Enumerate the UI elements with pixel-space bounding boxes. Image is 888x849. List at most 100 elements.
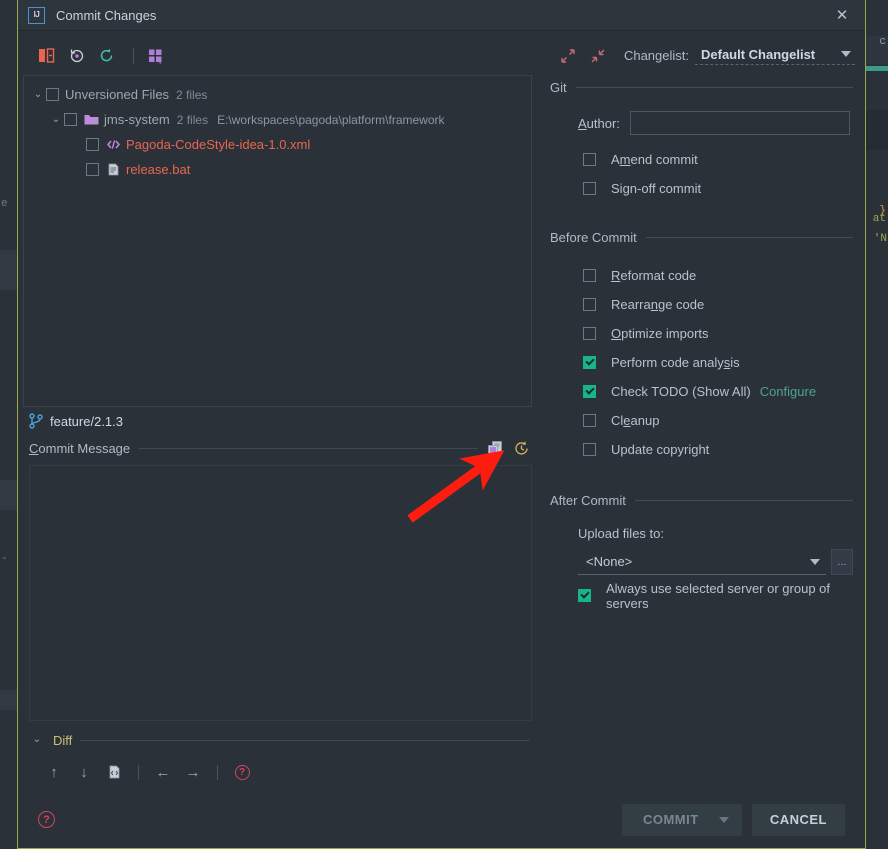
previous-difference-button[interactable]: ↑: [41, 760, 67, 784]
diff-toolbar-separator: [138, 764, 139, 780]
checkbox[interactable]: [583, 182, 596, 195]
tree-row-count: 2 files: [176, 112, 209, 127]
optimize-imports-checkbox[interactable]: Optimize imports: [583, 319, 853, 348]
group-by-icon[interactable]: [143, 45, 167, 67]
diff-label: Diff: [53, 732, 73, 748]
tree-row[interactable]: Pagoda-CodeStyle-idea-1.0.xml: [24, 132, 531, 157]
rearrange-code-checkbox[interactable]: Rearrange code: [583, 290, 853, 319]
perform-code-analysis-label: Perform code analysis: [611, 355, 740, 370]
diff-toolbar: ↑ ↓ ← → ?: [23, 754, 538, 790]
amend-commit-checkbox[interactable]: Amend commit: [583, 145, 853, 174]
tree-row-count: 2 files: [176, 87, 208, 102]
configure-todo-link[interactable]: Configure: [760, 384, 816, 399]
diff-help-button[interactable]: ?: [229, 760, 255, 784]
tree-row-checkbox[interactable]: [46, 88, 59, 101]
tree-row-path: E:\workspaces\pagoda\platform\framework: [217, 112, 445, 127]
upload-files-label: Upload files to:: [578, 526, 664, 541]
divider: [645, 236, 853, 238]
tree-row[interactable]: ⌄ Unversioned Files 2 files: [24, 82, 531, 107]
tree-row[interactable]: release.bat: [24, 157, 531, 182]
checkbox[interactable]: [583, 443, 596, 456]
before-commit-section-title: Before Commit: [550, 229, 637, 245]
reformat-code-label: Reformat code: [611, 268, 697, 283]
divider: [634, 499, 853, 501]
checkbox[interactable]: [583, 327, 596, 340]
ide-background-left: e -: [0, 0, 18, 849]
chevron-down-icon: [841, 51, 851, 57]
changelist-dropdown[interactable]: Default Changelist: [695, 47, 855, 65]
checkbox[interactable]: [583, 298, 596, 311]
collapse-all-icon[interactable]: [586, 45, 610, 67]
next-difference-button[interactable]: ↓: [71, 760, 97, 784]
git-section-header: Git: [550, 75, 853, 99]
show-diff-icon[interactable]: [34, 45, 58, 67]
checkbox[interactable]: [578, 589, 591, 602]
perform-code-analysis-checkbox[interactable]: Perform code analysis: [583, 348, 853, 377]
check-todo-checkbox[interactable]: Check TODO (Show All) Configure: [583, 377, 853, 406]
chevron-down-icon[interactable]: [718, 816, 729, 823]
current-branch: feature/2.1.3: [23, 407, 538, 435]
diff-section-header[interactable]: ⌄ Diff: [23, 726, 538, 754]
dialog-titlebar: IJ Commit Changes ✕: [18, 0, 865, 31]
checkbox[interactable]: [583, 356, 596, 369]
tree-row-label: Pagoda-CodeStyle-idea-1.0.xml: [126, 137, 311, 152]
upload-server-dropdown[interactable]: <None>: [578, 549, 826, 575]
tree-row-label: Unversioned Files: [65, 87, 170, 102]
dialog-footer: ? COMMIT CANCEL: [18, 790, 865, 848]
right-pane: Git Author: Amend commit Sign-off commit…: [538, 72, 865, 790]
commit-message-input[interactable]: [29, 465, 532, 721]
optimize-imports-label: Optimize imports: [611, 326, 709, 341]
refresh-icon[interactable]: [94, 45, 118, 67]
accept-right-button[interactable]: →: [180, 760, 206, 784]
checkbox[interactable]: [583, 153, 596, 166]
update-copyright-checkbox[interactable]: Update copyright: [583, 435, 853, 464]
chevron-down-icon[interactable]: ⌄: [29, 735, 45, 745]
revert-icon[interactable]: [64, 45, 88, 67]
show-diff-file-button[interactable]: [101, 760, 127, 784]
always-use-selected-server-label: Always use selected server or group of s…: [606, 580, 830, 611]
commit-message-label: Commit Message: [29, 440, 131, 456]
checkbox[interactable]: [583, 269, 596, 282]
branch-icon: [29, 413, 43, 429]
changelist-label: Changelist:: [623, 48, 689, 63]
chevron-down-icon[interactable]: ⌄: [48, 114, 64, 125]
tree-row[interactable]: ⌄ jms-system 2 files E:\workspaces\pagod…: [24, 107, 531, 132]
sign-off-commit-checkbox[interactable]: Sign-off commit: [583, 174, 853, 203]
checkbox[interactable]: [583, 414, 596, 427]
toolbar-separator: [133, 47, 134, 64]
dialog-body: ⌄ Unversioned Files 2 files ⌄ jms-system…: [18, 72, 865, 790]
diff-toolbar-separator-2: [217, 764, 218, 780]
changes-tree[interactable]: ⌄ Unversioned Files 2 files ⌄ jms-system…: [23, 75, 532, 407]
commit-button-label: COMMIT: [642, 812, 699, 827]
update-copyright-label: Update copyright: [611, 442, 710, 457]
reformat-code-checkbox[interactable]: Reformat code: [583, 261, 853, 290]
cleanup-label: Cleanup: [611, 413, 660, 428]
cleanup-checkbox[interactable]: Cleanup: [583, 406, 853, 435]
after-commit-section-header: After Commit: [550, 488, 853, 512]
ide-background-right: c } 'N at: [866, 0, 888, 849]
tree-row-checkbox[interactable]: [64, 113, 77, 126]
intellij-logo-icon: IJ: [28, 6, 45, 24]
commit-button[interactable]: COMMIT: [621, 803, 742, 836]
amend-commit-label: Amend commit: [611, 152, 698, 167]
expand-all-icon[interactable]: [556, 45, 580, 67]
left-pane: ⌄ Unversioned Files 2 files ⌄ jms-system…: [18, 72, 538, 790]
divider: [80, 739, 530, 741]
branch-name: feature/2.1.3: [50, 413, 123, 429]
after-commit-section-title: After Commit: [550, 492, 626, 508]
checkbox[interactable]: [583, 385, 596, 398]
help-button[interactable]: ?: [38, 811, 55, 828]
xml-file-icon: [105, 138, 122, 151]
accept-left-button[interactable]: ←: [150, 760, 176, 784]
close-icon[interactable]: ✕: [819, 0, 865, 31]
upload-server-value: <None>: [586, 554, 633, 569]
chevron-down-icon[interactable]: ⌄: [30, 89, 46, 100]
always-use-selected-server-checkbox[interactable]: Always use selected server or group of s…: [578, 580, 853, 611]
tree-row-checkbox[interactable]: [86, 138, 99, 151]
commit-message-template-icon[interactable]: [487, 440, 504, 457]
author-field[interactable]: [629, 111, 850, 135]
browse-servers-button[interactable]: ...: [831, 549, 853, 575]
tree-row-checkbox[interactable]: [86, 163, 99, 176]
commit-history-icon[interactable]: [513, 440, 530, 457]
cancel-button[interactable]: CANCEL: [751, 803, 845, 836]
